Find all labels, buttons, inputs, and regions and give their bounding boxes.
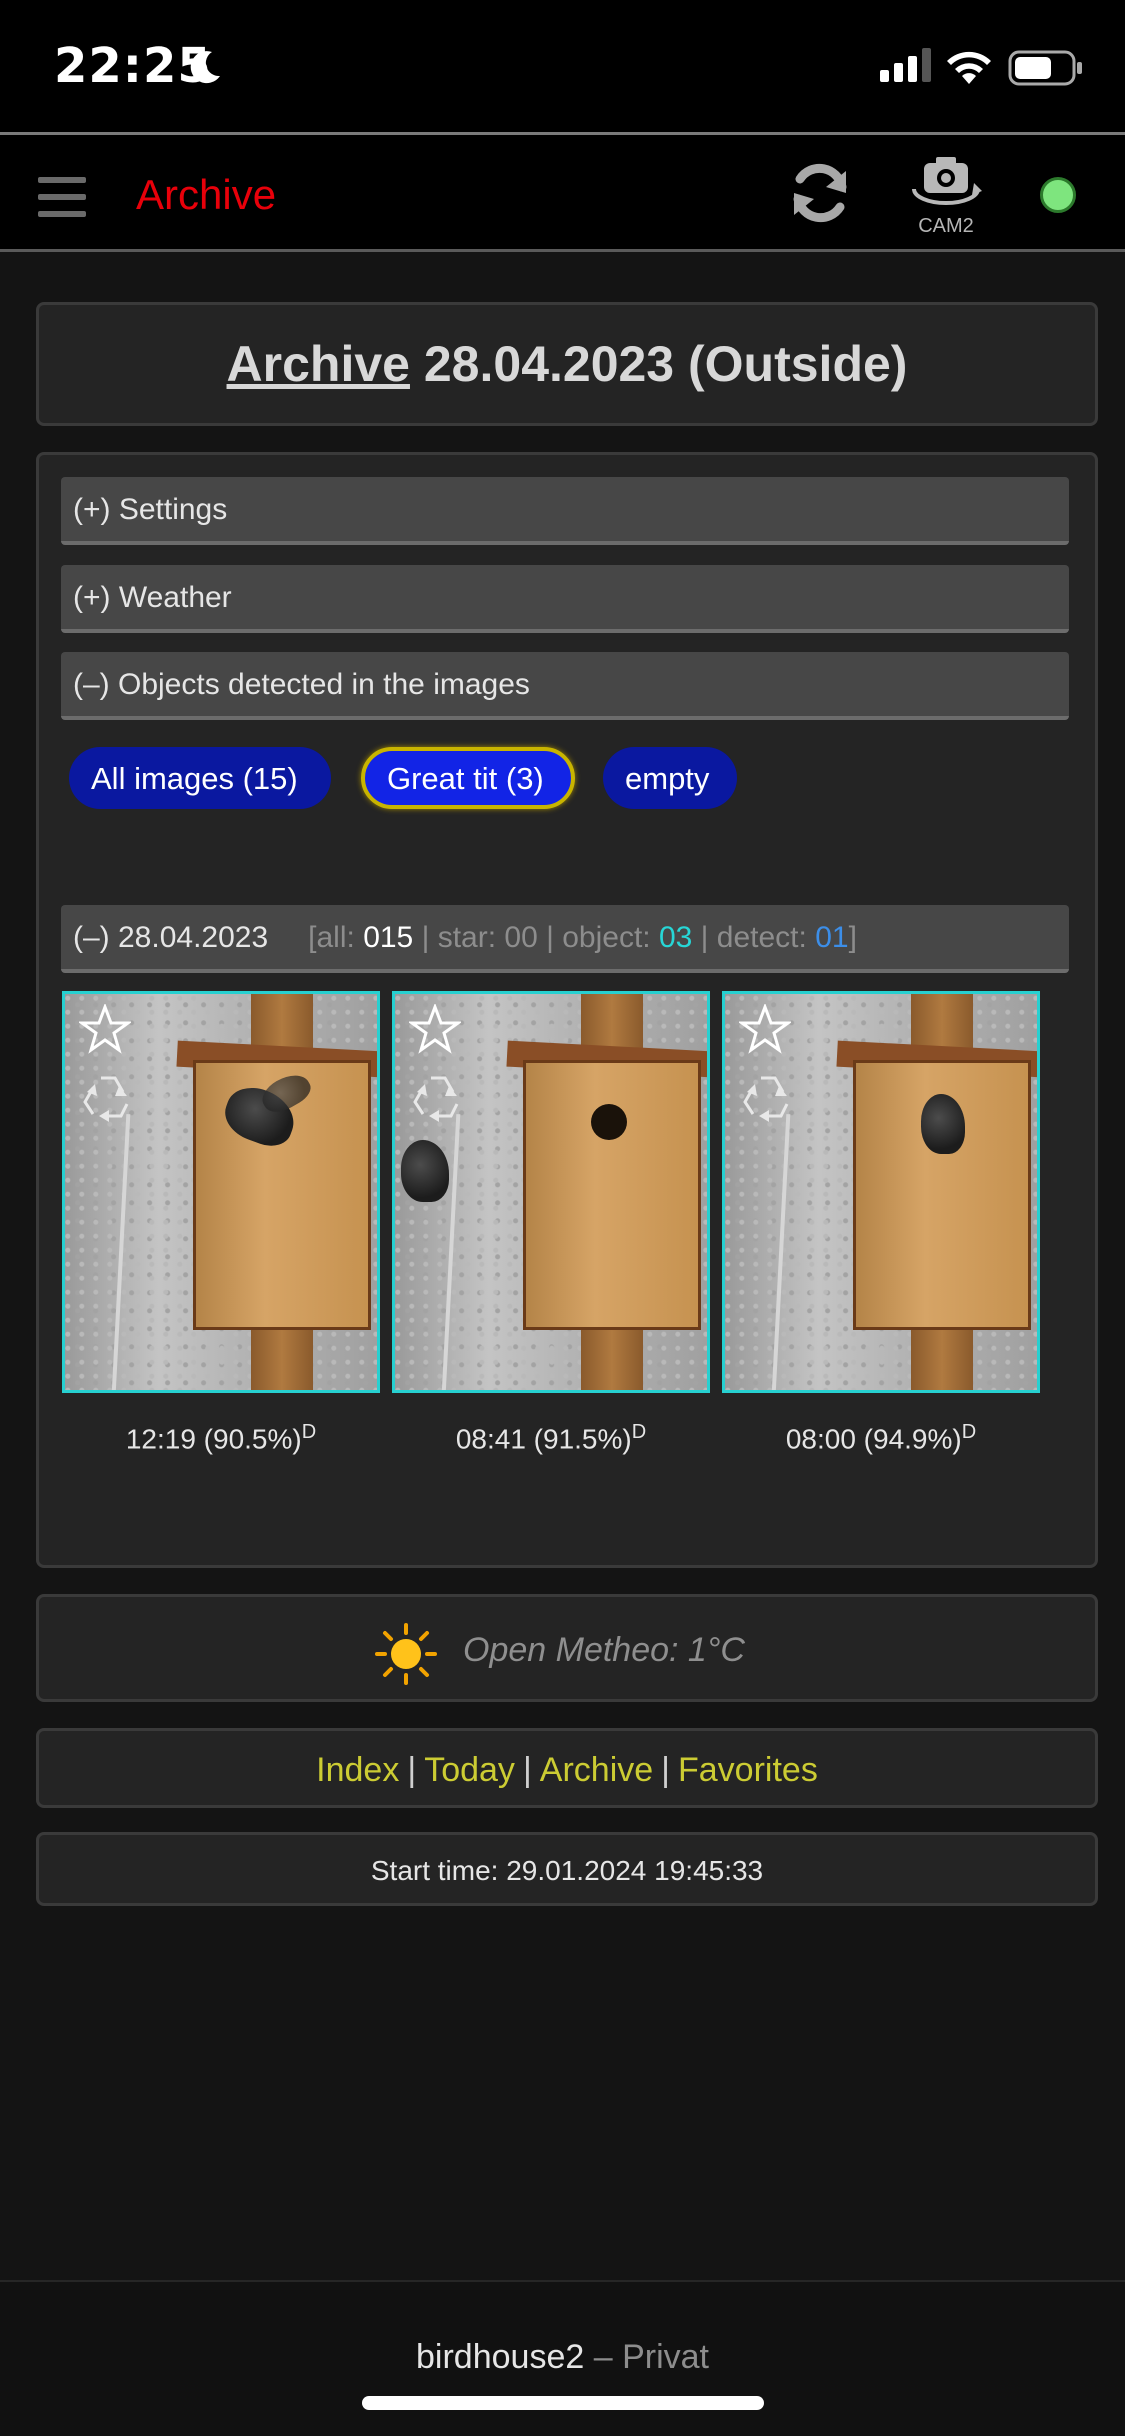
count-detect: 01 bbox=[815, 921, 849, 954]
recycle-icon[interactable] bbox=[739, 1070, 797, 1126]
recycle-icon[interactable] bbox=[79, 1070, 137, 1126]
title-panel: Archive 28.04.2023 (Outside) bbox=[36, 302, 1098, 426]
count-all: 015 bbox=[363, 921, 414, 954]
filter-great-tit-button[interactable]: Great tit (3) bbox=[361, 747, 575, 809]
day-group-stats: [all: 015 | star: 00 | object: 03 | dete… bbox=[308, 921, 857, 954]
count-object: 03 bbox=[658, 921, 693, 954]
page-title: Archive 28.04.2023 (Outside) bbox=[39, 335, 1095, 393]
day-group-toggle[interactable]: (–) 28.04.2023 [all: 015 | star: 00 | obj… bbox=[61, 905, 1069, 973]
star-icon[interactable] bbox=[79, 1004, 131, 1056]
footer-nav-panel: Index | Today | Archive | Favorites bbox=[36, 1728, 1098, 1808]
filter-empty-button[interactable]: empty bbox=[603, 747, 737, 809]
camera-label: CAM2 bbox=[918, 215, 974, 237]
weather-section-toggle[interactable]: (+) Weather bbox=[61, 565, 1069, 633]
image-thumbnail[interactable] bbox=[722, 991, 1040, 1393]
status-bar: 22:25 bbox=[0, 0, 1125, 132]
nav-link-archive[interactable]: Archive bbox=[540, 1751, 653, 1789]
recycle-icon[interactable] bbox=[409, 1070, 467, 1126]
archive-main-panel: (+) Settings (+) Weather (–) Objects det… bbox=[36, 452, 1098, 1568]
image-thumbnail[interactable] bbox=[62, 991, 380, 1393]
footer-label: birdhouse2 – Privat bbox=[0, 2338, 1125, 2377]
battery-icon bbox=[1008, 50, 1082, 86]
star-icon[interactable] bbox=[409, 1004, 461, 1056]
archive-title-link[interactable]: Archive bbox=[227, 336, 410, 392]
start-time-panel: Start time: 29.01.2024 19:45:33 bbox=[36, 1832, 1098, 1906]
nav-link-index[interactable]: Index bbox=[316, 1751, 399, 1789]
day-group-label: (–) 28.04.2023 bbox=[73, 921, 269, 954]
home-indicator[interactable] bbox=[362, 2396, 764, 2410]
objects-section-toggle[interactable]: (–) Objects detected in the images bbox=[61, 652, 1069, 720]
image-caption: 08:00 (94.9%)D bbox=[785, 1421, 977, 1455]
device-name: birdhouse2 bbox=[416, 2338, 585, 2376]
footer-nav: Index | Today | Archive | Favorites bbox=[316, 1751, 818, 1789]
star-icon[interactable] bbox=[739, 1004, 791, 1056]
moon-icon bbox=[190, 51, 220, 84]
menu-icon[interactable] bbox=[38, 177, 86, 217]
image-thumbnail[interactable] bbox=[392, 991, 710, 1393]
image-caption: 08:41 (91.5%)D bbox=[455, 1421, 647, 1455]
wifi-icon bbox=[947, 51, 991, 84]
reload-icon[interactable] bbox=[784, 157, 856, 229]
app-header: Archive CAM2 bbox=[0, 132, 1125, 252]
app-footer: birdhouse2 – Privat bbox=[0, 2280, 1125, 2436]
signal-icon bbox=[880, 48, 931, 82]
start-time-text: Start time: 29.01.2024 19:45:33 bbox=[370, 1855, 764, 1886]
image-caption: 12:19 (90.5%)D bbox=[125, 1421, 317, 1455]
weather-panel: Open Metheo: 1°C bbox=[36, 1594, 1098, 1702]
app-title: Archive bbox=[136, 171, 277, 218]
nav-link-favorites[interactable]: Favorites bbox=[678, 1751, 818, 1789]
sun-icon bbox=[375, 1623, 437, 1685]
camera-switch-icon[interactable] bbox=[908, 153, 984, 213]
settings-section-toggle[interactable]: (+) Settings bbox=[61, 477, 1069, 545]
connection-status-indicator bbox=[1040, 177, 1076, 213]
nav-link-today[interactable]: Today bbox=[424, 1751, 515, 1789]
archive-title-date: 28.04.2023 (Outside) bbox=[423, 336, 908, 392]
filter-all-images-button[interactable]: All images (15) bbox=[69, 747, 331, 809]
weather-text: Open Metheo: 1°C bbox=[463, 1631, 745, 1669]
device-suffix: – Privat bbox=[593, 2338, 709, 2376]
